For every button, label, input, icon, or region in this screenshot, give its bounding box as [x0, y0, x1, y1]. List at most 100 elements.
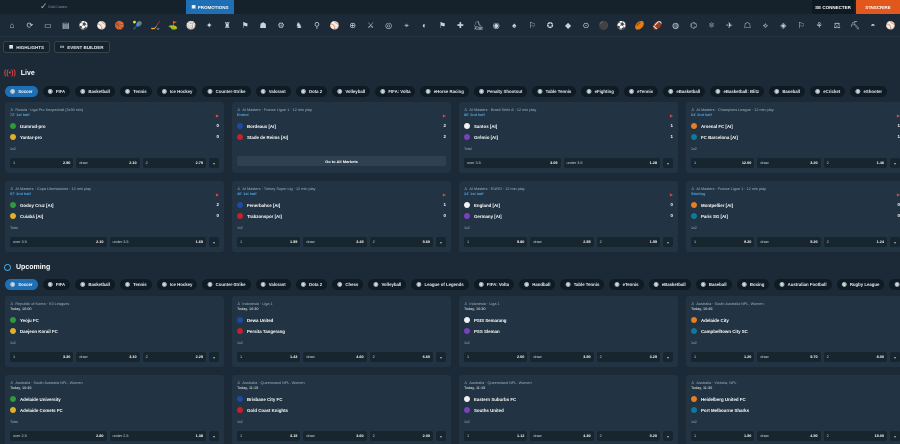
sport-nav-icon-18[interactable]: ⚾: [326, 17, 344, 35]
more-markets-button[interactable]: ▾: [209, 237, 219, 247]
odds-button[interactable]: draw 4.30: [530, 431, 594, 441]
sport-nav-icon-14[interactable]: ☗: [254, 17, 272, 35]
event-card[interactable]: ♙ AI Masters · Brasil Série A · 12 min pl…: [459, 102, 678, 173]
live-chip-baseball[interactable]: ◉ Baseball: [769, 86, 805, 97]
more-markets-button[interactable]: ▾: [889, 158, 900, 168]
upcoming-chip-basketball[interactable]: ◉ Basketball: [75, 279, 115, 290]
more-markets-button[interactable]: ▾: [435, 237, 446, 247]
odds-button[interactable]: draw 2.10: [76, 158, 140, 168]
upcoming-chip-table-tennis[interactable]: ◉ Table Tennis: [560, 279, 605, 290]
highlights-tab[interactable]: ▦ HIGHLIGHTS: [3, 41, 51, 53]
sport-nav-icon-47[interactable]: ⛏: [846, 17, 864, 35]
odds-button[interactable]: under 2.5 1.38: [109, 431, 206, 441]
sport-nav-icon-46[interactable]: ⚖: [828, 17, 846, 35]
upcoming-chip-tennis[interactable]: ◉ Tennis: [119, 279, 152, 290]
sport-nav-icon-4[interactable]: ⚽: [75, 17, 93, 35]
odds-button[interactable]: 2 8.00: [823, 352, 887, 362]
live-chip-ebasketball-blitz[interactable]: ◉ eBasketball: Blitz: [710, 86, 765, 97]
odds-button[interactable]: draw 2.55: [530, 237, 594, 247]
sport-nav-icon-10[interactable]: 🏐: [182, 17, 200, 35]
upcoming-chip-handball[interactable]: ◉ Handball: [519, 279, 556, 290]
event-builder-tab[interactable]: ▭ EVENT BUILDER: [54, 41, 110, 53]
live-chip-ehorse-racing[interactable]: ◉ eHorse Racing: [420, 86, 469, 97]
upcoming-chip-fifa[interactable]: ◉ FIFA: [42, 279, 71, 290]
odds-button[interactable]: 2 2.25: [142, 352, 206, 362]
event-card[interactable]: ♙ AI Masters · France Ligue 1 · 12 min pl…: [232, 102, 451, 173]
odds-button[interactable]: draw 4.50: [757, 431, 821, 441]
sport-nav-icon-32[interactable]: ⊙: [577, 17, 595, 35]
more-markets-button[interactable]: ▾: [662, 237, 673, 247]
odds-button[interactable]: 1 9.20: [691, 237, 755, 247]
event-card[interactable]: ♙ AI Masters · Champions League · 12 min …: [686, 102, 900, 173]
more-markets-button[interactable]: ▾: [662, 352, 673, 362]
sport-nav-icon-17[interactable]: ⚲: [308, 17, 326, 35]
sport-nav-icon-6[interactable]: 🏀: [111, 17, 129, 35]
upcoming-chip-dota-2[interactable]: ◉ Dota 2: [295, 279, 328, 290]
upcoming-chip-baseball[interactable]: ◉ Baseball: [695, 279, 732, 290]
live-chip-valorant[interactable]: ◉ Valorant: [255, 86, 291, 97]
live-chip-ecricket[interactable]: ◉ eCricket: [810, 86, 846, 97]
sport-nav-icon-9[interactable]: ⛳: [164, 17, 182, 35]
sport-nav-icon-21[interactable]: ◎: [380, 17, 398, 35]
sport-nav-icon-26[interactable]: ⛸: [469, 17, 487, 35]
odds-button[interactable]: 2 3.25: [596, 352, 660, 362]
odds-button[interactable]: over 2.5 2.80: [10, 431, 107, 441]
all-markets-button[interactable]: Go to All Markets: [237, 156, 446, 166]
sport-nav-icon-11[interactable]: ✦: [200, 17, 218, 35]
live-chip-ebasketball[interactable]: ◉ eBasketball: [663, 86, 706, 97]
more-markets-button[interactable]: ▾: [663, 158, 673, 168]
more-markets-button[interactable]: ▾: [209, 431, 219, 441]
odds-button[interactable]: 1 1.55: [237, 237, 301, 247]
event-card[interactable]: ♙ Indonesia · Liga 1 Today, 10:30 PSIS Sema…: [459, 296, 678, 367]
live-chip-fifa-volta[interactable]: ◉ FIFA: Volta: [375, 86, 416, 97]
live-chip-counter-strike[interactable]: ◉ Counter-Strike: [202, 86, 251, 97]
sport-nav-icon-31[interactable]: ◆: [559, 17, 577, 35]
odds-button[interactable]: draw 3.45: [303, 237, 367, 247]
odds-button[interactable]: 2 1.46: [823, 158, 887, 168]
live-chip-ice-hockey[interactable]: ◉ Ice Hockey: [156, 86, 198, 97]
odds-button[interactable]: under 3.5 1.65: [109, 237, 206, 247]
sport-nav-icon-36[interactable]: 🏈: [649, 17, 667, 35]
odds-button[interactable]: 2 2.75: [142, 158, 206, 168]
odds-button[interactable]: 2 5.60: [369, 237, 433, 247]
sport-nav-icon-45[interactable]: ⚘: [810, 17, 828, 35]
upcoming-chip-australian-football[interactable]: ◉ Australian Football: [774, 279, 832, 290]
odds-button[interactable]: draw 5.70: [757, 352, 821, 362]
upcoming-chip-league-of-legends[interactable]: ◉ League of Legends: [411, 279, 469, 290]
event-card[interactable]: ♙ Australia · Queensland NPL, Women Today,…: [232, 375, 451, 444]
live-chip-fifa[interactable]: ◉ FIFA: [42, 86, 71, 97]
more-markets-button[interactable]: ▾: [889, 431, 900, 441]
odds-button[interactable]: 2 6.60: [369, 352, 433, 362]
sport-nav-icon-33[interactable]: ⚫: [595, 17, 613, 35]
upcoming-chip-ecricket[interactable]: ◉eCricket: [889, 279, 900, 290]
odds-button[interactable]: 1 1.50: [691, 431, 755, 441]
logo[interactable]: ✓ Gold Casino: [40, 1, 70, 13]
odds-button[interactable]: 2 2.00: [369, 431, 433, 441]
upcoming-chip-counter-strike[interactable]: ◉ Counter-Strike: [202, 279, 251, 290]
odds-button[interactable]: draw 3.60: [303, 431, 367, 441]
sport-nav-icon-48[interactable]: ◓: [864, 17, 882, 35]
odds-button[interactable]: 1 1.12: [464, 431, 528, 441]
upcoming-chip-soccer[interactable]: ◉ Soccer: [5, 279, 38, 290]
odds-button[interactable]: 1 5.80: [464, 237, 528, 247]
odds-button[interactable]: 2 1.24: [823, 237, 887, 247]
more-markets-button[interactable]: ▾: [662, 431, 673, 441]
sport-nav-icon-35[interactable]: 🏉: [631, 17, 649, 35]
sport-nav-icon-22[interactable]: ⌖: [398, 17, 416, 35]
odds-button[interactable]: 1 1.20: [691, 352, 755, 362]
sport-nav-icon-5[interactable]: ⚾: [93, 17, 111, 35]
upcoming-chip-chess[interactable]: ◉ Chess: [332, 279, 364, 290]
sport-nav-icon-29[interactable]: ⚐: [523, 17, 541, 35]
live-chip-penalty-shootout[interactable]: ◉ Penalty Shootout: [473, 86, 528, 97]
sport-nav-icon-16[interactable]: ♞: [290, 17, 308, 35]
sport-nav-icon-23[interactable]: ◐: [416, 17, 434, 35]
odds-button[interactable]: 1 1.43: [237, 352, 301, 362]
sport-nav-icon-44[interactable]: ⚐: [792, 17, 810, 35]
live-chip-dota-2[interactable]: ◉ Dota 2: [295, 86, 328, 97]
odds-button[interactable]: over 3.5 3.05: [464, 158, 561, 168]
sport-nav-icon-7[interactable]: 🎾: [129, 17, 147, 35]
odds-button[interactable]: 2 5.20: [596, 431, 660, 441]
odds-button[interactable]: draw 4.60: [303, 352, 367, 362]
odds-button[interactable]: draw 3.20: [757, 158, 821, 168]
sport-nav-icon-40[interactable]: ✈: [721, 17, 739, 35]
